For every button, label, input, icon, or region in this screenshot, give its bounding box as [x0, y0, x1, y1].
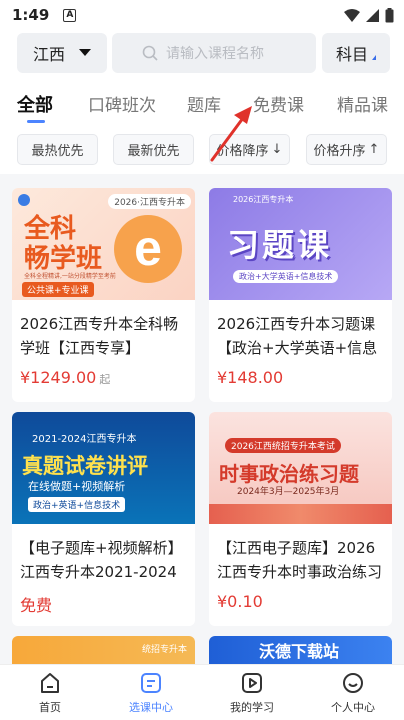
thumb-tag: 2026·江西专升本 [108, 194, 191, 209]
tab-premium-courses[interactable]: 精品课 [337, 91, 388, 116]
thumb-head: 2026江西统招专升本考试 [225, 438, 341, 453]
price-suffix: 起 [99, 373, 111, 386]
tab-free-courses[interactable]: 免费课 [253, 91, 304, 116]
course-price: ¥148.00 [217, 368, 284, 387]
smile-face-icon [343, 673, 363, 693]
search-input[interactable]: 请输入课程名称 [112, 33, 316, 73]
sort-price-desc-label: 价格降序 [216, 144, 269, 159]
search-placeholder: 请输入课程名称 [166, 46, 264, 62]
course-grid: 2026·江西专升本 全科 畅学班 全科全程精讲,一站分段精学至考前 公共课+专… [0, 178, 404, 668]
battery-icon [385, 7, 394, 22]
tab-question-bank[interactable]: 题库 [187, 91, 221, 116]
thumb-main: 真题试卷讲评 [22, 454, 148, 478]
region-selector[interactable]: 江西 [17, 33, 107, 73]
course-title: 【江西电子题库】2026江西专升本时事政治练习题 [217, 539, 383, 581]
course-thumbnail: 2021-2024江西专升本 真题试卷讲评 在线做题+视频解析 政治+英语+信息… [12, 412, 195, 524]
course-title: 【电子题库+视频解析】江西专升本2021-2024 [20, 539, 183, 581]
search-icon [142, 45, 158, 61]
sort-price-asc-label: 价格升序 [313, 144, 366, 159]
home-icon [41, 673, 59, 693]
sort-bar: 最热优先 最新优先 价格降序 ↓ 价格升序 ↑ [0, 124, 404, 174]
corner-triangle-icon [372, 54, 376, 60]
thumb-foot: 政治+英语+信息技术 [28, 497, 126, 512]
course-price: 免费 [20, 596, 53, 615]
bottom-nav: 首页 选课中心 我的学习 个人中心 [0, 664, 404, 720]
sort-newest-button[interactable]: 最新优先 [113, 134, 194, 165]
wifi-icon [344, 8, 360, 22]
thumb-main: 时事政治练习题 [219, 462, 359, 486]
caret-down-icon [79, 49, 91, 56]
sort-hottest-button[interactable]: 最热优先 [17, 134, 98, 165]
region-label: 江西 [32, 45, 65, 64]
active-tab-indicator [27, 120, 45, 123]
arrow-up-icon: ↑ [368, 142, 380, 157]
course-card[interactable]: 2026·江西专升本 全科 畅学班 全科全程精讲,一站分段精学至考前 公共课+专… [12, 188, 195, 402]
thumb-sub: 全科全程精讲,一站分段精学至考前 [24, 273, 116, 280]
price-value: ¥1249.00 [20, 368, 97, 387]
course-card[interactable]: 2026江西专升本 习题课 政治+大学英语+信息技术 2026江西专升本习题课【… [209, 188, 392, 402]
play-video-icon [242, 673, 262, 693]
course-list-icon [141, 673, 161, 693]
nav-my-learning[interactable]: 我的学习 [212, 671, 292, 715]
thumb-main-2: 畅学班 [24, 244, 103, 274]
sort-price-asc-button[interactable]: 价格升序 ↑ [306, 134, 387, 165]
thumb-footer: 公共课+专业课 [22, 282, 94, 297]
notification-a-icon: A [63, 8, 77, 22]
status-bar: 1:49 A [0, 0, 404, 30]
nav-home[interactable]: 首页 [10, 671, 90, 715]
status-time: 1:49 [12, 6, 50, 24]
nav-home-label: 首页 [39, 701, 61, 714]
nav-course-center[interactable]: 选课中心 [111, 671, 191, 715]
nav-profile-label: 个人中心 [331, 701, 375, 714]
course-thumbnail: 2026江西统招专升本考试 时事政治练习题 2024年3月—2025年3月 [209, 412, 392, 524]
status-icons [344, 7, 394, 23]
subject-filter-button[interactable]: 科目 [322, 33, 390, 73]
course-price: ¥0.10 [217, 592, 263, 611]
sort-hottest-label: 最热优先 [31, 144, 84, 159]
signal-icon [366, 8, 379, 22]
nav-my-learning-label: 我的学习 [230, 701, 274, 714]
svg-text:e: e [134, 220, 162, 276]
thumb-sub: 在线做题+视频解析 [28, 480, 126, 493]
top-bar: 江西 请输入课程名称 科目 [0, 30, 404, 80]
sort-price-desc-button[interactable]: 价格降序 ↓ [209, 134, 290, 165]
tab-all[interactable]: 全部 [17, 91, 53, 117]
thumb-tag: 2026江西专升本 [233, 195, 294, 204]
course-thumbnail: 2026江西专升本 习题课 政治+大学英语+信息技术 [209, 188, 392, 300]
thumb-label: 统招专升本 [141, 645, 187, 655]
category-tabs: 全部 口碑班次 题库 免费课 精品课 [0, 80, 404, 124]
tab-reputation-classes[interactable]: 口碑班次 [88, 91, 156, 116]
course-price: ¥1249.00 起 [20, 368, 110, 387]
thumb-logo-icon [18, 194, 30, 206]
city-skyline-graphic [209, 504, 392, 524]
sort-newest-label: 最新优先 [127, 144, 180, 159]
nav-course-center-label: 选课中心 [129, 701, 173, 714]
letter-e-graphic-icon: e [114, 215, 182, 283]
subject-label: 科目 [335, 45, 368, 64]
course-thumbnail: 2026·江西专升本 全科 畅学班 全科全程精讲,一站分段精学至考前 公共课+专… [12, 188, 195, 300]
arrow-down-icon: ↓ [271, 142, 283, 157]
thumb-year: 2021-2024江西专升本 [32, 434, 137, 445]
course-title: 2026江西专升本全科畅学班【江西专享】 [20, 315, 179, 357]
thumb-label: 沃德下载站 [259, 642, 340, 661]
thumb-sub: 政治+大学英语+信息技术 [233, 270, 339, 283]
course-card[interactable]: 2021-2024江西专升本 真题试卷讲评 在线做题+视频解析 政治+英语+信息… [12, 412, 195, 626]
course-card[interactable]: 2026江西统招专升本考试 时事政治练习题 2024年3月—2025年3月 【江… [209, 412, 392, 626]
thumb-main: 习题课 [227, 226, 333, 264]
course-title: 2026江西专升本习题课【政治+大学英语+信息技术】 [217, 315, 378, 357]
thumb-sub: 2024年3月—2025年3月 [237, 487, 340, 497]
nav-profile[interactable]: 个人中心 [313, 671, 393, 715]
